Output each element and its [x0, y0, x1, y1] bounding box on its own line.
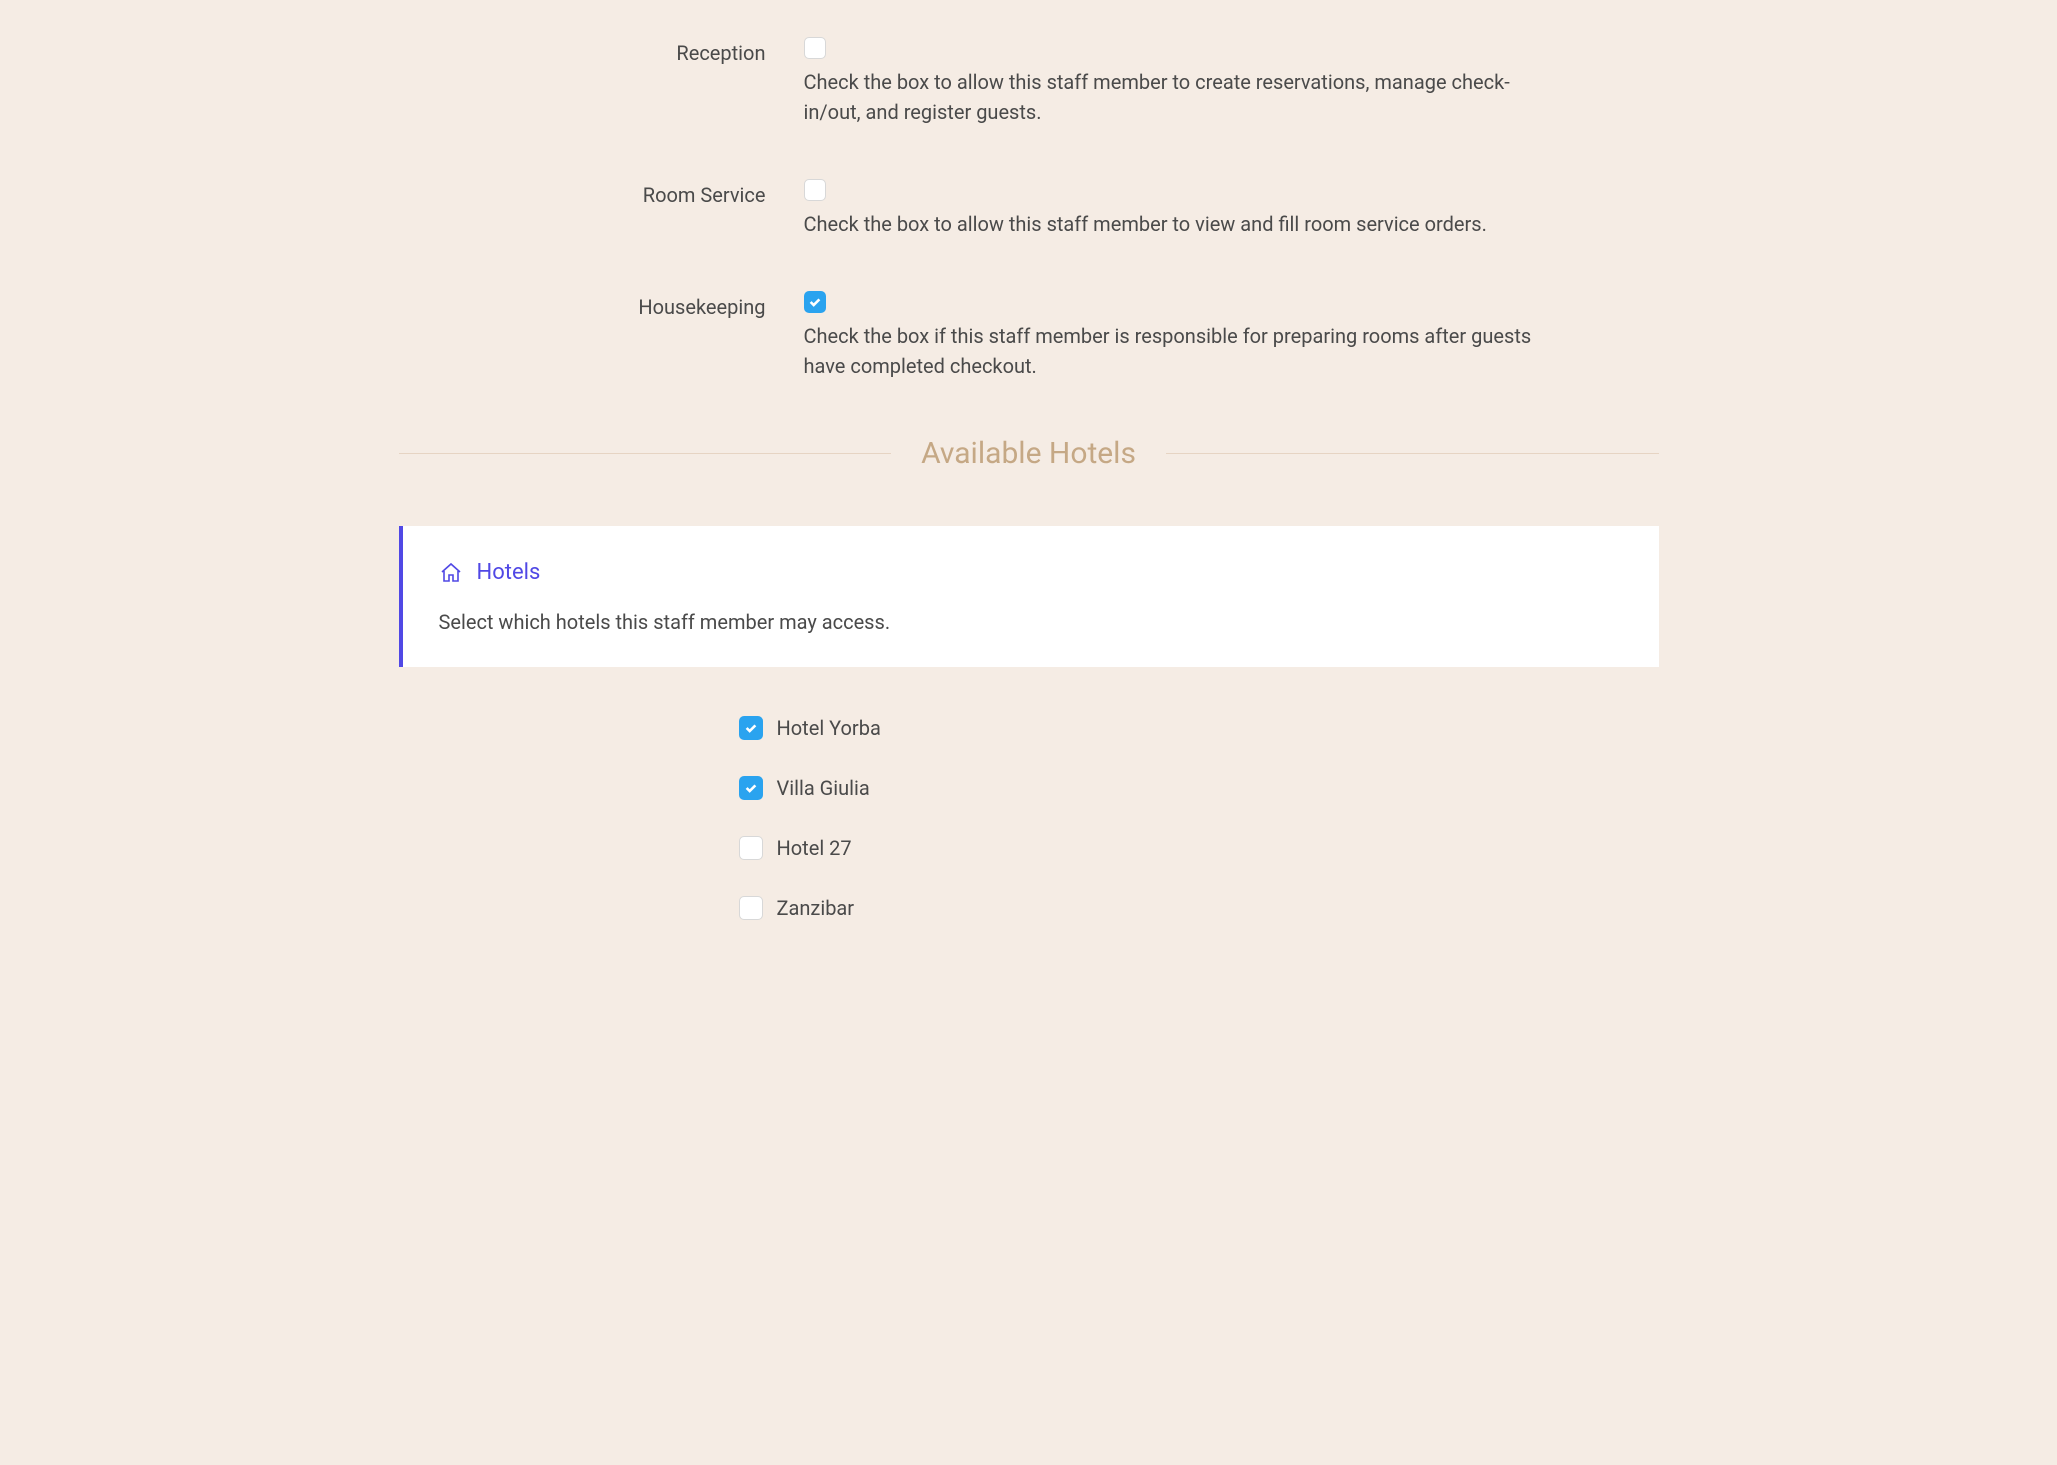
permission-row-reception: Reception Check the box to allow this st… — [399, 35, 1659, 127]
reception-checkbox[interactable] — [804, 37, 826, 59]
housekeeping-checkbox[interactable] — [804, 291, 826, 313]
home-icon — [439, 561, 463, 585]
hotel-label: Zanzibar — [777, 893, 855, 923]
hotel-item-27[interactable]: Hotel 27 — [739, 833, 1659, 863]
hotel-checkbox[interactable] — [739, 836, 763, 860]
permission-description: Check the box to allow this staff member… — [804, 209, 1544, 239]
hotels-list: Hotel Yorba Villa Giulia Hotel 27 Zanzib… — [399, 713, 1659, 923]
permission-label: Reception — [399, 35, 804, 127]
hotel-item-zanzibar[interactable]: Zanzibar — [739, 893, 1659, 923]
permission-description: Check the box if this staff member is re… — [804, 321, 1544, 381]
permission-content: Check the box to allow this staff member… — [804, 35, 1544, 127]
hotels-info-card: Hotels Select which hotels this staff me… — [399, 526, 1659, 667]
hotel-label: Villa Giulia — [777, 773, 870, 803]
permission-content: Check the box to allow this staff member… — [804, 177, 1544, 239]
info-card-description: Select which hotels this staff member ma… — [439, 607, 1623, 637]
check-icon — [744, 781, 758, 795]
hotel-item-yorba[interactable]: Hotel Yorba — [739, 713, 1659, 743]
hotel-label: Hotel 27 — [777, 833, 852, 863]
hotel-item-villa-giulia[interactable]: Villa Giulia — [739, 773, 1659, 803]
permission-content: Check the box if this staff member is re… — [804, 289, 1544, 381]
info-card-header: Hotels — [439, 556, 1623, 589]
permission-description: Check the box to allow this staff member… — [804, 67, 1544, 127]
section-divider: Available Hotels — [399, 431, 1659, 476]
hotel-checkbox[interactable] — [739, 896, 763, 920]
hotel-checkbox[interactable] — [739, 716, 763, 740]
hotel-checkbox[interactable] — [739, 776, 763, 800]
permission-row-housekeeping: Housekeeping Check the box if this staff… — [399, 289, 1659, 381]
check-icon — [744, 721, 758, 735]
room-service-checkbox[interactable] — [804, 179, 826, 201]
section-title: Available Hotels — [891, 431, 1166, 476]
info-card-title: Hotels — [477, 556, 541, 589]
check-icon — [808, 295, 822, 309]
permission-label: Housekeeping — [399, 289, 804, 381]
permission-row-room-service: Room Service Check the box to allow this… — [399, 177, 1659, 239]
hotel-label: Hotel Yorba — [777, 713, 881, 743]
permission-label: Room Service — [399, 177, 804, 239]
